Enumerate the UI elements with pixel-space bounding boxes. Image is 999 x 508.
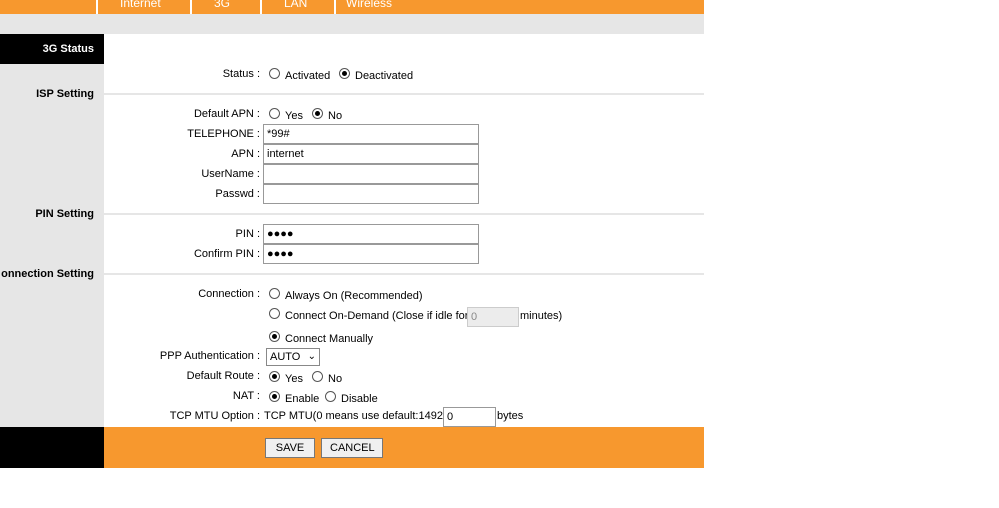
ppp-auth-select[interactable]: AUTO ⌄ [266,348,320,366]
default-route-label: Default Route : [186,370,260,382]
tcp-mtu-text: TCP MTU(0 means use default:1492) [264,410,447,422]
default-apn-label: Default APN : [193,108,260,120]
footer-action-bar [104,427,704,468]
default-route-yes-label: Yes [285,373,303,385]
pin-input[interactable]: ●●●● [263,224,479,244]
confirm-pin-label: Confirm PIN : [193,248,260,260]
tab-wireless[interactable]: Wireless [334,0,704,14]
on-demand-label: Connect On-Demand (Close if idle for [285,310,469,322]
tcp-mtu-label: TCP MTU Option : [169,410,260,422]
section-title-pin: PIN Setting [35,208,94,220]
on-demand-radio[interactable] [269,308,280,319]
status-deactivated-label: Deactivated [355,70,414,82]
telephone-label: TELEPHONE : [187,128,260,140]
tab-lan[interactable]: LAN [260,0,332,14]
connect-manually-radio[interactable] [269,331,280,342]
section-title-isp: ISP Setting [36,88,94,100]
tab-wireless-label: Wireless [346,0,393,10]
ppp-auth-value: AUTO [270,351,301,363]
cancel-button[interactable]: CANCEL [321,438,383,458]
status-activated-radio[interactable] [269,68,280,79]
passwd-input[interactable] [263,184,479,204]
connect-manually-label: Connect Manually [285,333,374,345]
tab-lan-label: LAN [284,0,308,10]
default-apn-yes-radio[interactable] [269,108,280,119]
confirm-pin-input[interactable]: ●●●● [263,244,479,264]
apn-input[interactable]: internet [263,144,479,164]
nat-disable-radio[interactable] [325,391,336,402]
apn-label: APN : [231,148,260,160]
section-title-3g-status: 3G Status [0,34,104,64]
default-route-no-label: No [328,373,343,385]
divider [104,213,704,215]
status-activated-label: Activated [285,70,331,82]
status-label: Status : [222,68,260,80]
tab-3g-label: 3G [214,0,231,10]
always-on-label: Always On (Recommended) [285,290,423,302]
tcp-mtu-unit: bytes [497,410,524,422]
default-apn-no-radio[interactable] [312,108,323,119]
status-deactivated-radio[interactable] [339,68,350,79]
default-route-no-radio[interactable] [312,371,323,382]
default-apn-no-label: No [328,110,343,122]
divider [104,93,704,95]
minutes-label: minutes) [520,310,563,322]
save-button[interactable]: SAVE [265,438,315,458]
nat-enable-label: Enable [285,393,320,405]
sub-nav-bar [0,14,704,34]
footer-left-block [0,427,104,468]
tab-internet-label: Internet [120,0,161,10]
idle-minutes-input[interactable]: 0 [467,307,519,327]
tab-internet[interactable]: Internet [96,0,188,14]
default-route-yes-radio[interactable] [269,371,280,382]
default-apn-yes-label: Yes [285,110,303,122]
ppp-auth-label: PPP Authentication : [159,350,260,362]
pin-label: PIN : [235,228,260,240]
username-input[interactable] [263,164,479,184]
tcp-mtu-input[interactable]: 0 [443,407,496,427]
telephone-input[interactable]: *99# [263,124,479,144]
nat-enable-radio[interactable] [269,391,280,402]
passwd-label: Passwd : [215,188,260,200]
nat-label: NAT : [232,390,260,402]
section-title-connection: onnection Setting [1,268,94,280]
tab-3g[interactable]: 3G [190,0,258,14]
connection-label: Connection : [198,288,260,300]
divider [104,273,704,275]
always-on-radio[interactable] [269,288,280,299]
chevron-down-icon: ⌄ [307,351,316,362]
username-label: UserName : [201,168,260,180]
nat-disable-label: Disable [341,393,378,405]
